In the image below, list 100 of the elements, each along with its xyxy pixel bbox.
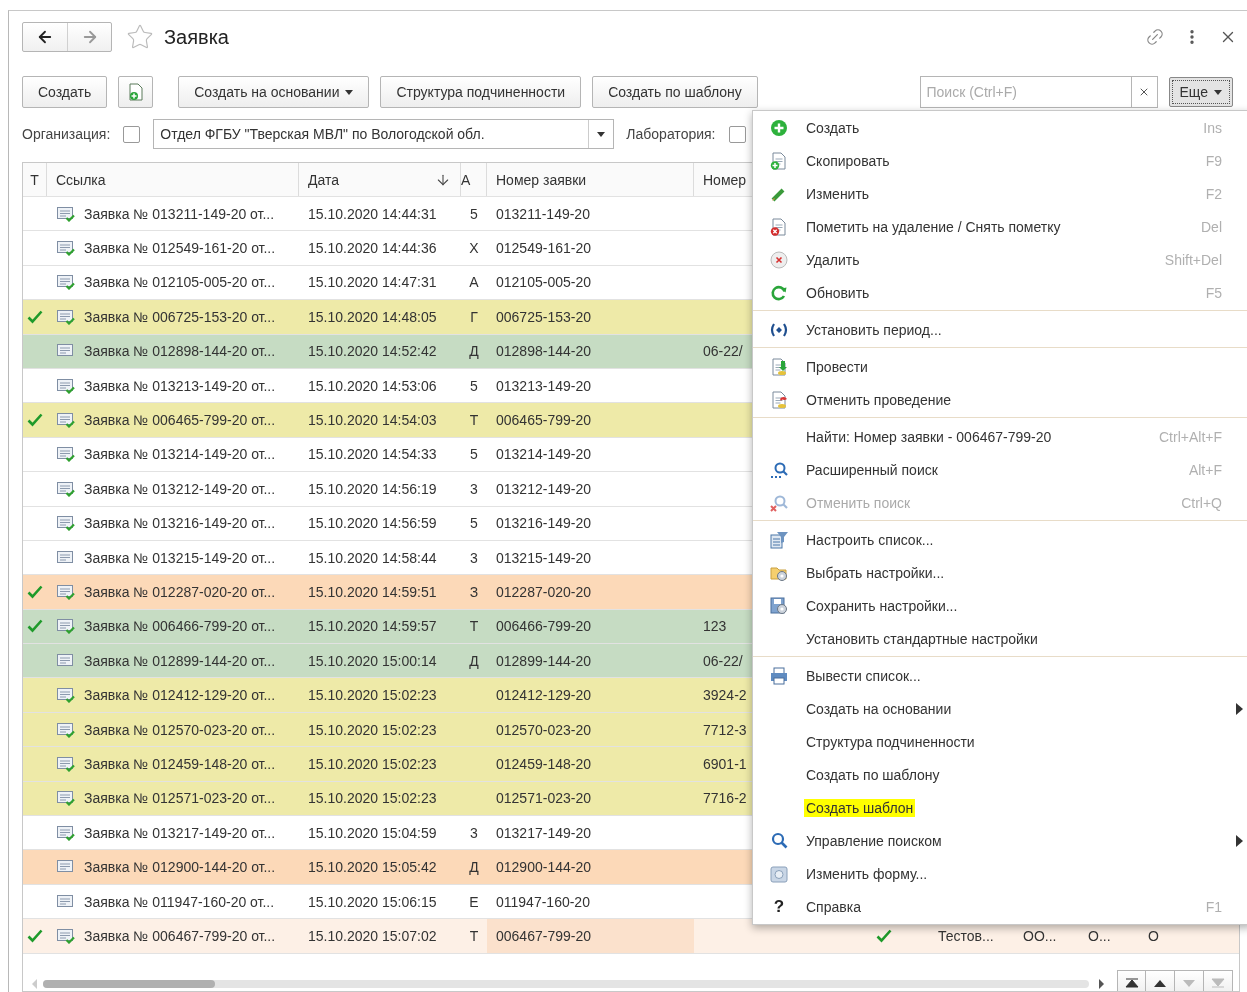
- clear-icon: [1138, 86, 1150, 98]
- shortcut-label: F1: [1205, 898, 1222, 915]
- first-row-button[interactable]: [1117, 969, 1146, 991]
- checkbox[interactable]: [123, 125, 141, 143]
- table-cell: Д: [469, 652, 479, 669]
- table-cell: О: [1148, 927, 1159, 944]
- table-cell: 5: [470, 446, 478, 463]
- table-cell: ОО...: [1023, 927, 1057, 944]
- help-icon: ?: [773, 896, 785, 917]
- table-cell: 006466-799-20: [496, 618, 591, 635]
- organization-label: Организация:: [22, 126, 111, 142]
- posted-document-icon: [56, 308, 76, 325]
- table-cell: 006465-799-20: [496, 412, 591, 429]
- posted-document-icon: [56, 446, 76, 463]
- table-cell: 3: [470, 480, 478, 497]
- table-cell: Заявка № 012570-023-20 от...: [84, 721, 276, 738]
- table-cell: 5: [470, 205, 478, 222]
- column-header[interactable]: Номер заявки: [487, 163, 694, 196]
- dropdown-icon: [597, 131, 606, 137]
- table-cell: 15.10.2020 14:48:05: [308, 308, 437, 325]
- toolbar-button[interactable]: Создать по шаблону: [592, 76, 758, 108]
- menu-item[interactable]: Создать Ins: [753, 111, 1247, 144]
- table-cell: Заявка № 012412-129-20 от...: [84, 687, 276, 704]
- menu-item-label: Структура подчиненности: [806, 733, 975, 750]
- clear-search-button[interactable]: [1131, 76, 1158, 108]
- organization-combo[interactable]: Отдел ФГБУ "Тверская МВЛ" по Вологодской обл.: [153, 119, 615, 149]
- table-cell: Заявка № 012900-144-20 от...: [84, 859, 276, 876]
- table-cell: 15.10.2020 14:47:31: [308, 274, 437, 291]
- document-icon: [56, 549, 76, 566]
- table-cell: 15.10.2020 14:44:36: [308, 240, 437, 257]
- dropdown-button[interactable]: Создать на основании: [178, 76, 370, 108]
- current-cell[interactable]: 006467-799-20: [487, 919, 694, 953]
- table-row[interactable]: Заявка № 006467-799-20 от... 15.10.2020 15:07:02 Т 006467-799-20 Тестов... ОО... О... О: [23, 919, 1239, 954]
- table-cell: 123: [703, 618, 727, 635]
- menu-item[interactable]: Скопировать F9: [753, 144, 1247, 177]
- table-cell: 012105-005-20: [496, 274, 591, 291]
- column-header[interactable]: Т: [23, 163, 47, 196]
- table-cell: 15.10.2020 15:02:23: [308, 790, 437, 807]
- table-cell: Заявка № 006725-153-20 от...: [84, 308, 276, 325]
- column-header[interactable]: Ссылка: [47, 163, 299, 196]
- table-cell: 15.10.2020 14:54:33: [308, 446, 437, 463]
- table-cell: 15.10.2020 15:02:23: [308, 721, 437, 738]
- table-cell: 011947-160-20: [496, 893, 590, 910]
- table-cell: Заявка № 012571-023-20 от...: [84, 790, 276, 807]
- posted-document-icon: [56, 377, 76, 394]
- checkbox[interactable]: [728, 125, 746, 143]
- search-field[interactable]: Поиск (Ctrl+F): [919, 76, 1132, 108]
- table-cell: Е: [469, 893, 479, 910]
- column-header[interactable]: Дата: [299, 163, 461, 196]
- copy-button[interactable]: [118, 76, 154, 108]
- table-cell: 013217-149-20: [496, 824, 591, 841]
- table-cell: 5: [470, 377, 478, 394]
- table-cell: 012287-020-20: [496, 584, 591, 600]
- table-cell: Т: [469, 927, 479, 944]
- table-cell: Д: [469, 343, 479, 360]
- table-cell: 15.10.2020 15:05:42: [308, 859, 437, 876]
- table-cell: 012899-144-20: [496, 652, 591, 669]
- table-cell: Д: [469, 859, 479, 876]
- table-cell: Заявка № 013213-149-20 от...: [84, 377, 276, 394]
- shortcut-label: F9: [1205, 152, 1222, 169]
- column-header[interactable]: А: [461, 163, 487, 196]
- table-cell: 15.10.2020 14:54:03: [308, 412, 437, 429]
- table-cell: 013215-149-20: [496, 549, 591, 566]
- horizontal-scrollbar[interactable]: [43, 979, 1089, 988]
- shortcut-label: F5: [1205, 284, 1222, 301]
- posted-document-icon: [56, 824, 76, 841]
- table-cell: З: [469, 584, 479, 600]
- table-cell: 7712-3: [703, 721, 747, 738]
- shortcut-label: Shift+Del: [1164, 251, 1222, 268]
- scroll-right-icon[interactable]: [1097, 978, 1105, 989]
- table-cell: Заявка № 013217-149-20 от...: [84, 824, 276, 841]
- scroll-left-icon[interactable]: [31, 978, 39, 989]
- table-cell: Заявка № 012549-161-20 от...: [84, 240, 276, 257]
- table-cell: 012900-144-20: [496, 859, 591, 876]
- table-cell: 06-22/: [703, 343, 743, 360]
- posted-document-icon: [56, 790, 76, 807]
- table-cell: 3924-2: [703, 687, 747, 704]
- down-icon: [1182, 977, 1196, 988]
- toolbar-button[interactable]: Создать: [22, 76, 108, 108]
- table-cell: 012571-023-20: [496, 790, 591, 807]
- table-cell: Заявка № 012287-020-20 от...: [84, 584, 276, 600]
- copy-document-icon: [126, 82, 145, 102]
- last-row-button[interactable]: [1204, 969, 1233, 991]
- document-icon: [56, 652, 76, 669]
- table-cell: Заявка № 011947-160-20 от...: [84, 893, 275, 910]
- table-cell: 15.10.2020 14:44:31: [308, 205, 437, 222]
- menu-item[interactable]: Установить период...: [753, 313, 1247, 346]
- posted-document-icon: [56, 927, 76, 944]
- table-cell: Т: [469, 618, 479, 635]
- posted-document-icon: [56, 205, 76, 222]
- laboratory-label: Лаборатория:: [626, 126, 716, 142]
- previous-row-button[interactable]: [1146, 969, 1175, 991]
- toolbar-button[interactable]: Структура подчиненности: [380, 76, 582, 108]
- posted-document-icon: [56, 412, 76, 429]
- table-cell: 013214-149-20: [496, 446, 591, 463]
- delete-mark-icon: [769, 216, 789, 237]
- table-cell: Заявка № 013215-149-20 от...: [84, 549, 276, 566]
- unpost-icon: [769, 389, 789, 410]
- favorite-star-icon[interactable]: [126, 23, 154, 51]
- more-button[interactable]: Еще: [1168, 77, 1233, 107]
